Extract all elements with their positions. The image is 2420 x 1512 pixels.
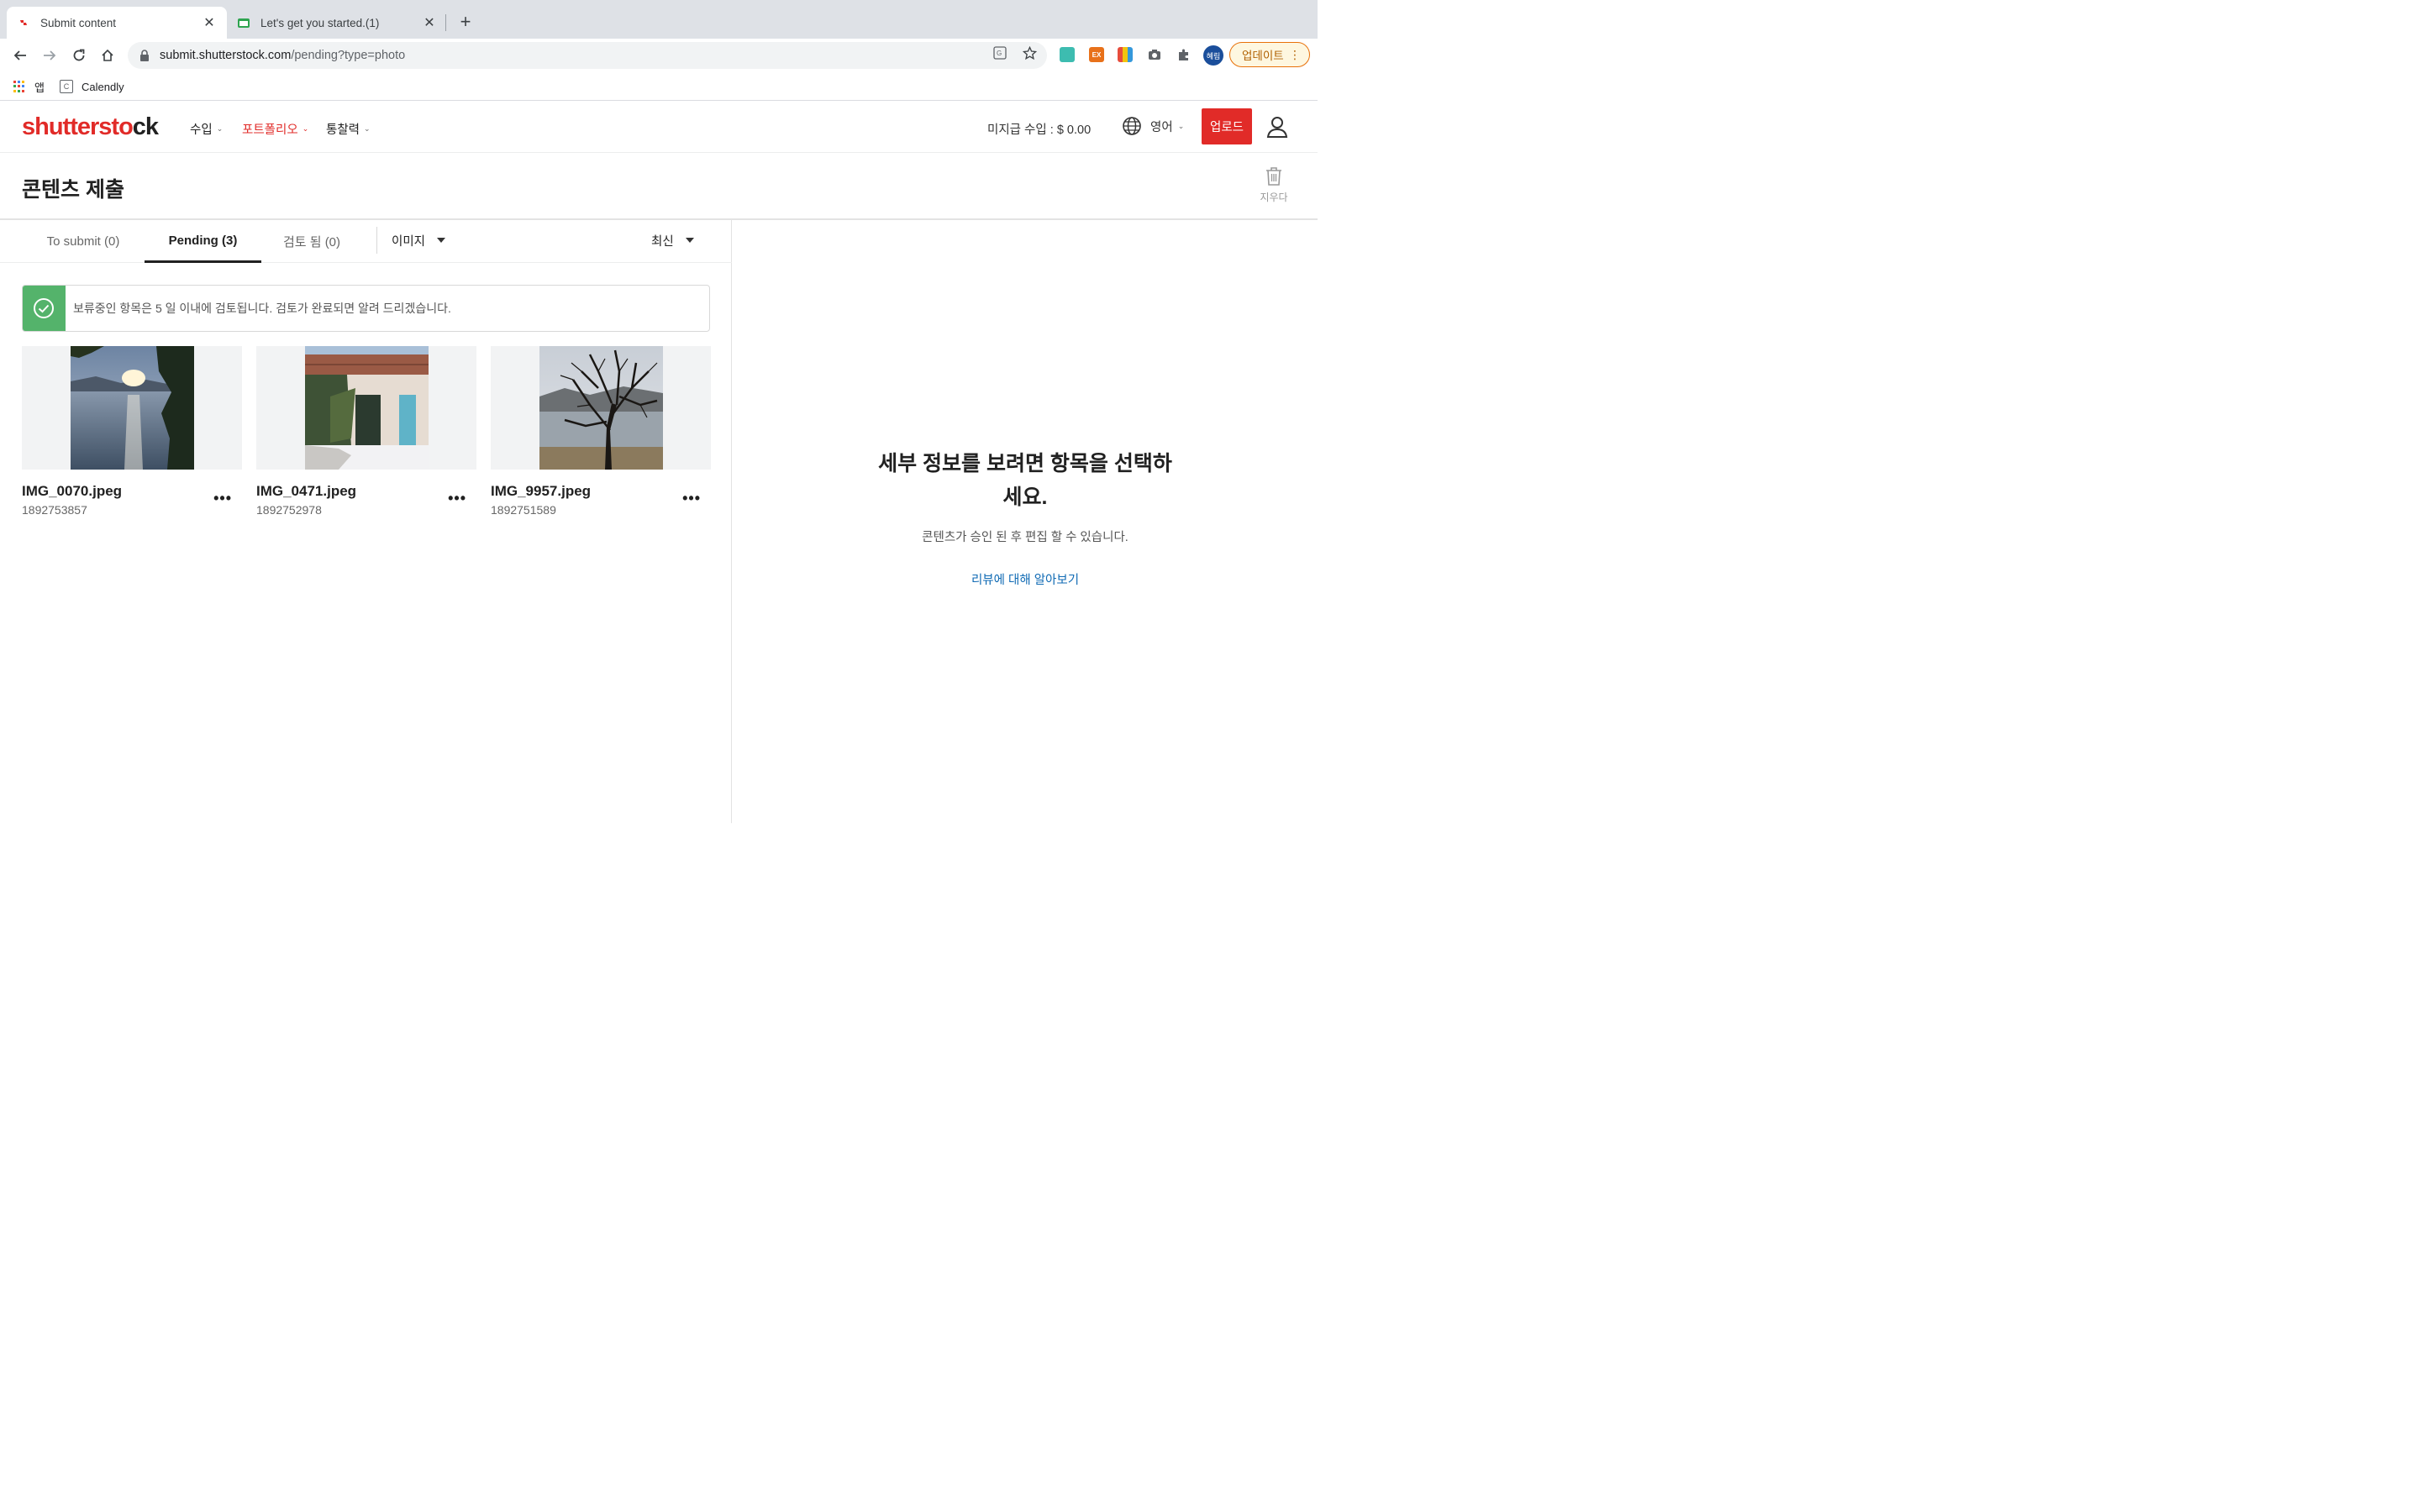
success-check-icon (23, 286, 66, 331)
thumbnail-frame[interactable] (22, 346, 242, 470)
delete-button[interactable]: 지우다 (1254, 166, 1294, 204)
sort-dropdown[interactable]: 최신 (651, 220, 694, 260)
page-title: 콘텐츠 제출 (22, 178, 124, 202)
more-options-icon[interactable]: ••• (448, 491, 466, 506)
chevron-down-icon: ⌄ (216, 124, 224, 133)
forward-icon[interactable] (38, 44, 61, 67)
tab-reviewed[interactable]: 검토 됨 (0) (261, 220, 362, 263)
thumbnail-frame[interactable] (256, 346, 476, 470)
ex-ext-icon[interactable]: EX (1089, 47, 1104, 62)
shutterstock-favicon-icon (17, 16, 30, 29)
empty-state-subtitle: 콘텐츠가 승인 된 후 편집 할 수 있습니다. (922, 531, 1128, 544)
empty-state-title: 세부 정보를 보려면 항목을 선택하세요. (878, 452, 1172, 509)
site-header: shutterstock 수입 ⌄ 포트폴리오 ⌄ 통찰력 ⌄ 미지급 수입 : $ … (0, 102, 1318, 153)
nav-earnings[interactable]: 수입 ⌄ (190, 120, 223, 138)
language-selector[interactable]: 영어 ⌄ (1122, 116, 1184, 136)
close-tab-icon[interactable]: ✕ (422, 15, 437, 30)
tabs-divider (376, 227, 377, 254)
bookmark-label: Calendly (82, 80, 124, 93)
svg-text:G: G (997, 50, 1002, 57)
media-type-dropdown[interactable]: 이미지 (392, 220, 446, 260)
bookmark-apps[interactable]: 앱 (13, 79, 45, 94)
profile-avatar[interactable]: 혜림 (1203, 45, 1223, 66)
tab-pending[interactable]: Pending (3) (145, 220, 261, 263)
nav-portfolio[interactable]: 포트폴리오 ⌄ (242, 120, 308, 138)
item-id: 1892753857 (22, 503, 87, 517)
gift-favicon-icon (237, 16, 250, 29)
chevron-down-icon: ⌄ (1177, 121, 1185, 130)
more-vertical-icon: ⋮ (1289, 48, 1301, 61)
more-options-icon[interactable]: ••• (682, 491, 701, 506)
item-filename: IMG_0471.jpeg (256, 483, 357, 499)
detail-panel: 세부 정보를 보려면 항목을 선택하세요. 콘텐츠가 승인 된 후 편집 할 수… (733, 220, 1318, 823)
pending-review-notice: 보류중인 항목은 5 일 이내에 검토됩니다. 검토가 완료되면 알려 드리겠습… (22, 285, 710, 332)
bookmarks-bar: 앱 C Calendly (0, 72, 1318, 101)
browser-toolbar: submit.shutterstock.com/pending?type=pho… (0, 39, 1318, 72)
tab-to-submit[interactable]: To submit (0) (22, 220, 145, 263)
item-id: 1892752978 (256, 503, 322, 517)
chevron-down-icon: ⌄ (364, 124, 371, 133)
chevron-down-icon: ⌄ (302, 124, 309, 133)
content-card[interactable]: IMG_0471.jpeg 1892752978 ••• (256, 346, 476, 517)
trash-icon (1266, 167, 1281, 186)
content-card[interactable]: IMG_0070.jpeg 1892753857 ••• (22, 346, 242, 517)
browser-update-button[interactable]: 업데이트 ⋮ (1229, 42, 1310, 67)
grammar-ext-icon[interactable] (1060, 47, 1075, 62)
color-ext-icon[interactable] (1118, 47, 1133, 62)
content-tabs: To submit (0) Pending (3) 검토 됨 (0) 이미지 최… (0, 220, 732, 263)
update-label: 업데이트 (1242, 50, 1284, 62)
page-title-bar: 콘텐츠 제출 지우다 (0, 153, 1318, 220)
browser-tab-strip: Submit content ✕ Let's get you started.(… (0, 0, 1318, 39)
caret-down-icon (437, 238, 446, 243)
item-id: 1892751589 (491, 503, 556, 517)
back-icon[interactable] (8, 44, 32, 67)
lock-icon (140, 50, 149, 61)
notice-text: 보류중인 항목은 5 일 이내에 검토됩니다. 검토가 완료되면 알려 드리겠습… (73, 302, 451, 315)
unpaid-earnings[interactable]: 미지급 수입 : $ 0.00 (987, 120, 1091, 138)
photo-bare-tree (539, 346, 663, 470)
item-filename: IMG_9957.jpeg (491, 483, 592, 499)
browser-tab-submit-content[interactable]: Submit content ✕ (7, 7, 227, 39)
calendly-icon: C (60, 80, 73, 93)
url-host: submit.shutterstock.com (160, 49, 292, 62)
translate-icon[interactable]: G (992, 45, 1007, 60)
tab-title: Submit content (40, 16, 117, 29)
account-icon[interactable] (1265, 114, 1290, 139)
reload-icon[interactable] (67, 44, 91, 67)
apps-grid-icon (13, 80, 26, 93)
content-card[interactable]: IMG_9957.jpeg 1892751589 ••• (491, 346, 711, 517)
language-label: 영어 (1150, 120, 1173, 134)
url-path: /pending?type=photo (291, 49, 406, 62)
tab-title: Let's get you started.(1) (260, 16, 380, 29)
caret-down-icon (685, 238, 694, 243)
address-bar[interactable]: submit.shutterstock.com/pending?type=pho… (128, 42, 1047, 69)
nav-insights[interactable]: 통찰력 ⌄ (326, 120, 371, 138)
item-filename: IMG_0070.jpeg (22, 483, 123, 499)
shutterstock-logo[interactable]: shutterstock (22, 113, 159, 141)
delete-label: 지우다 (1260, 192, 1288, 203)
bookmark-star-icon[interactable] (1022, 45, 1037, 60)
close-tab-icon[interactable]: ✕ (202, 15, 217, 30)
bookmark-label: 앱 (34, 81, 45, 94)
camera-ext-icon[interactable] (1147, 47, 1162, 62)
photo-lake-sunset (70, 346, 194, 470)
tab-separator (445, 14, 446, 31)
thumbnail-frame[interactable] (491, 346, 711, 470)
learn-about-review-link[interactable]: 리뷰에 대해 알아보기 (899, 570, 1151, 588)
bookmark-calendly[interactable]: C Calendly (60, 79, 124, 94)
home-icon[interactable] (96, 44, 119, 67)
content-list-panel: To submit (0) Pending (3) 검토 됨 (0) 이미지 최… (0, 220, 732, 823)
more-options-icon[interactable]: ••• (213, 491, 232, 506)
extensions-puzzle-icon[interactable] (1176, 47, 1192, 62)
photo-house-door (304, 346, 429, 470)
globe-icon (1123, 117, 1141, 135)
browser-tab-get-started[interactable]: Let's get you started.(1) ✕ (227, 7, 447, 39)
new-tab-icon[interactable]: + (455, 11, 476, 33)
upload-button[interactable]: 업로드 (1202, 108, 1252, 144)
